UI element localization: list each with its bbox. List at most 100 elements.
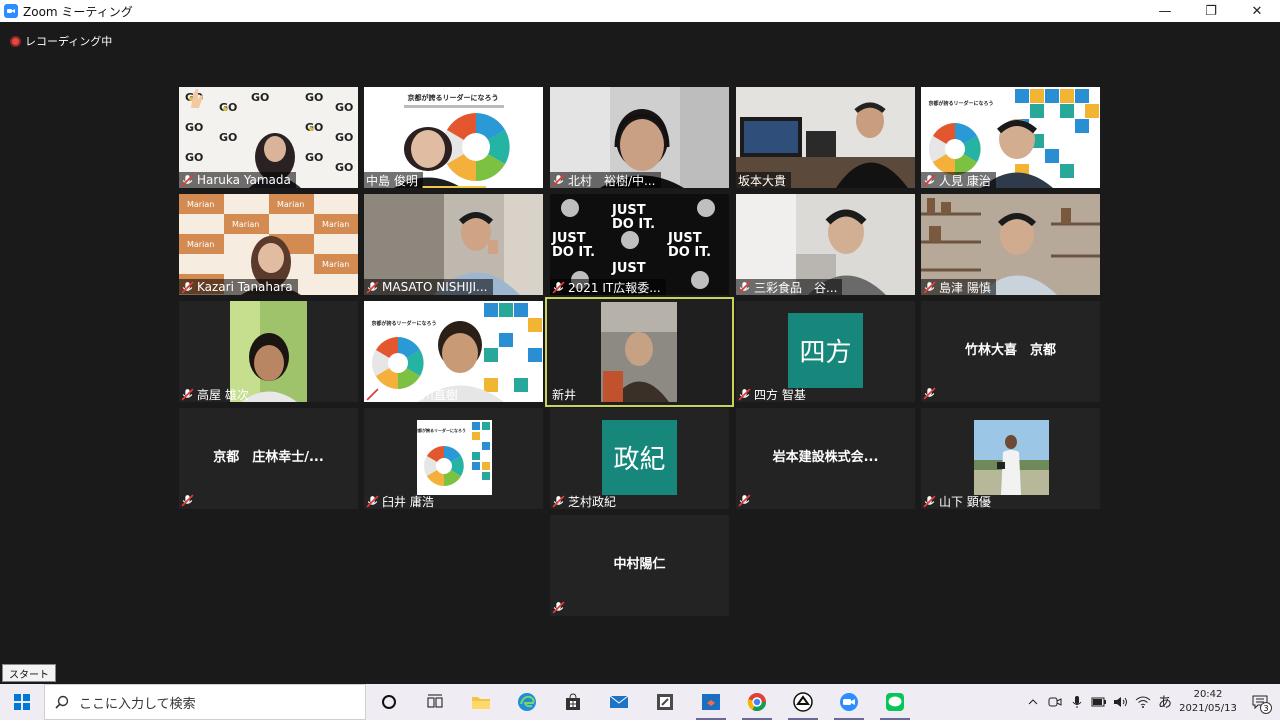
participant-tile[interactable]: 山下 顕優 [921, 408, 1100, 509]
meeting-gallery: レコーディング中 GOGOGOGOGO GOGOGOGO GOGOGO Haru… [0, 22, 1280, 684]
microphone-icon[interactable] [1066, 684, 1088, 720]
svg-text:Marian: Marian [232, 220, 259, 229]
ime-indicator[interactable]: あ [1154, 684, 1176, 720]
participant-tile[interactable]: 政紀 芝村政紀 [550, 408, 729, 509]
participant-name: 臼井 庸浩 [364, 493, 439, 509]
participant-name: 山下 顕優 [921, 493, 996, 509]
participant-tile[interactable]: 竹林大喜 京都 [921, 301, 1100, 402]
svg-text:GO: GO [185, 121, 203, 134]
participant-tile-active-speaker[interactable]: 新井 [545, 297, 734, 407]
mic-muted-icon [923, 387, 936, 400]
line-button[interactable] [872, 684, 918, 720]
participant-tile[interactable]: 中村陽仁 [550, 515, 729, 616]
participant-tile[interactable]: 岩本建設株式会... [736, 408, 915, 509]
start-button[interactable] [0, 684, 44, 720]
line-icon [886, 693, 904, 711]
participant-name: 京都 庄林幸士/... [213, 450, 324, 465]
participant-name: 岩本建設株式会... [772, 450, 879, 465]
wifi-icon[interactable] [1132, 684, 1154, 720]
participant-name: 新井 [552, 387, 577, 402]
participant-tile[interactable]: 四方 四方 智基 [736, 301, 915, 402]
svg-text:DO IT.: DO IT. [612, 217, 655, 232]
participant-tile[interactable]: 北村 裕樹/中... [550, 87, 729, 188]
chrome-button[interactable] [734, 684, 780, 720]
participant-tile[interactable]: Marian Marian Marian Marian Marian Marian Kaz… [179, 194, 358, 295]
task-view-button[interactable] [412, 684, 458, 720]
svg-text:JUST: JUST [611, 261, 646, 276]
snip-button[interactable] [642, 684, 688, 720]
svg-text:京都が誇るリーダーになろう: 京都が誇るリーダーになろう [371, 320, 436, 327]
edge-button[interactable] [504, 684, 550, 720]
cortana-button[interactable] [366, 684, 412, 720]
participant-tile[interactable]: 京都 庄林幸士/... [179, 408, 358, 509]
mic-muted-icon [552, 494, 565, 508]
store-icon [566, 693, 580, 710]
participant-tile[interactable]: 京都が誇るリーダーになろう 人見 康治 [921, 87, 1100, 188]
chrome-icon [747, 693, 766, 712]
participant-avatar: 四方 [788, 313, 863, 388]
recording-indicator[interactable]: レコーディング中 [10, 33, 112, 49]
svg-text:Marian: Marian [277, 200, 304, 209]
mic-muted-icon [366, 280, 379, 294]
svg-text:京都が誇るリーダーになろう: 京都が誇るリーダーになろう [928, 100, 993, 107]
store-button[interactable] [550, 684, 596, 720]
svg-text:Marian: Marian [322, 220, 349, 229]
taskbar-clock[interactable]: 20:42 2021/05/13 [1176, 688, 1240, 716]
participant-tile[interactable]: 京都が誇るリーダーになろう 臼井 庸浩 [364, 408, 543, 509]
mic-muted-icon [923, 280, 936, 294]
recording-label: レコーディング中 [25, 35, 113, 48]
title-bar: Zoom ミーティング — ❐ ✕ [0, 0, 1280, 22]
svg-text:Marian: Marian [187, 200, 214, 209]
participant-tile[interactable]: MASATO NISHIJI... [364, 194, 543, 295]
participant-avatar: 政紀 [602, 420, 677, 495]
restore-button[interactable]: ❐ [1188, 0, 1234, 22]
mic-muted-icon [738, 494, 751, 507]
volume-icon[interactable] [1110, 684, 1132, 720]
svg-text:DO IT.: DO IT. [552, 245, 595, 260]
file-explorer-button[interactable] [458, 684, 504, 720]
participant-tile[interactable]: 坂本大貴 [736, 87, 915, 188]
participant-name: 北村 裕樹/中... [550, 172, 661, 188]
participant-name: 中島 俊明 [364, 172, 423, 188]
start-tooltip: スタート [2, 664, 56, 682]
participant-tile[interactable]: 京都が誇るリーダーになろう 中島 俊明 [364, 87, 543, 188]
snip-icon [657, 694, 673, 710]
participant-tile[interactable]: 三彩食品 谷... [736, 194, 915, 295]
recording-icon [10, 35, 21, 47]
taskbar-search-box[interactable]: ここに入力して検索 [44, 684, 366, 720]
svg-text:JUST: JUST [667, 231, 702, 246]
app-button-blue[interactable] [688, 684, 734, 720]
svg-text:GO: GO [305, 121, 323, 134]
participant-name: 竹林大喜 京都 [964, 343, 1056, 358]
mic-muted-icon [181, 280, 194, 294]
minimize-button[interactable]: — [1142, 0, 1188, 22]
participant-name: 島津 陽慎 [921, 279, 996, 295]
chat-app-button[interactable] [780, 684, 826, 720]
mail-button[interactable] [596, 684, 642, 720]
participant-tile[interactable]: 京都が誇るリーダーになろう 京都 西川直樹 [364, 301, 543, 402]
participant-tile[interactable]: 高屋 雄次 [179, 301, 358, 402]
close-button[interactable]: ✕ [1234, 0, 1280, 22]
svg-text:DO IT.: DO IT. [668, 245, 711, 260]
clock-date: 2021/05/13 [1179, 703, 1237, 714]
participant-name: 三彩食品 谷... [736, 279, 843, 295]
participant-tile[interactable]: 島津 陽慎 [921, 194, 1100, 295]
search-placeholder: ここに入力して検索 [79, 696, 196, 712]
meet-now-icon[interactable] [1044, 684, 1066, 720]
action-center-button[interactable]: 3 [1240, 684, 1280, 720]
window-title: Zoom ミーティング [23, 4, 133, 19]
participant-name: 芝村政紀 [550, 493, 621, 509]
zoom-taskbar-button[interactable] [826, 684, 872, 720]
participant-tile[interactable]: JUST JUST JUST JUST DO IT. DO IT. DO IT. 2021… [550, 194, 729, 295]
participant-name: Kazari Tanahara [179, 279, 298, 295]
participant-name: 2021 IT広報委... [550, 279, 666, 295]
windows-icon [14, 694, 30, 710]
tray-overflow-chevron-icon[interactable] [1022, 684, 1044, 720]
svg-text:GO: GO [335, 131, 353, 144]
participant-tile[interactable]: GOGOGOGOGO GOGOGOGO GOGOGO Haruka Yamada [179, 87, 358, 188]
mic-muted-icon [181, 387, 194, 401]
svg-text:JUST: JUST [611, 203, 646, 218]
battery-icon[interactable] [1088, 684, 1110, 720]
search-icon [55, 695, 69, 709]
svg-text:GO: GO [305, 151, 323, 164]
